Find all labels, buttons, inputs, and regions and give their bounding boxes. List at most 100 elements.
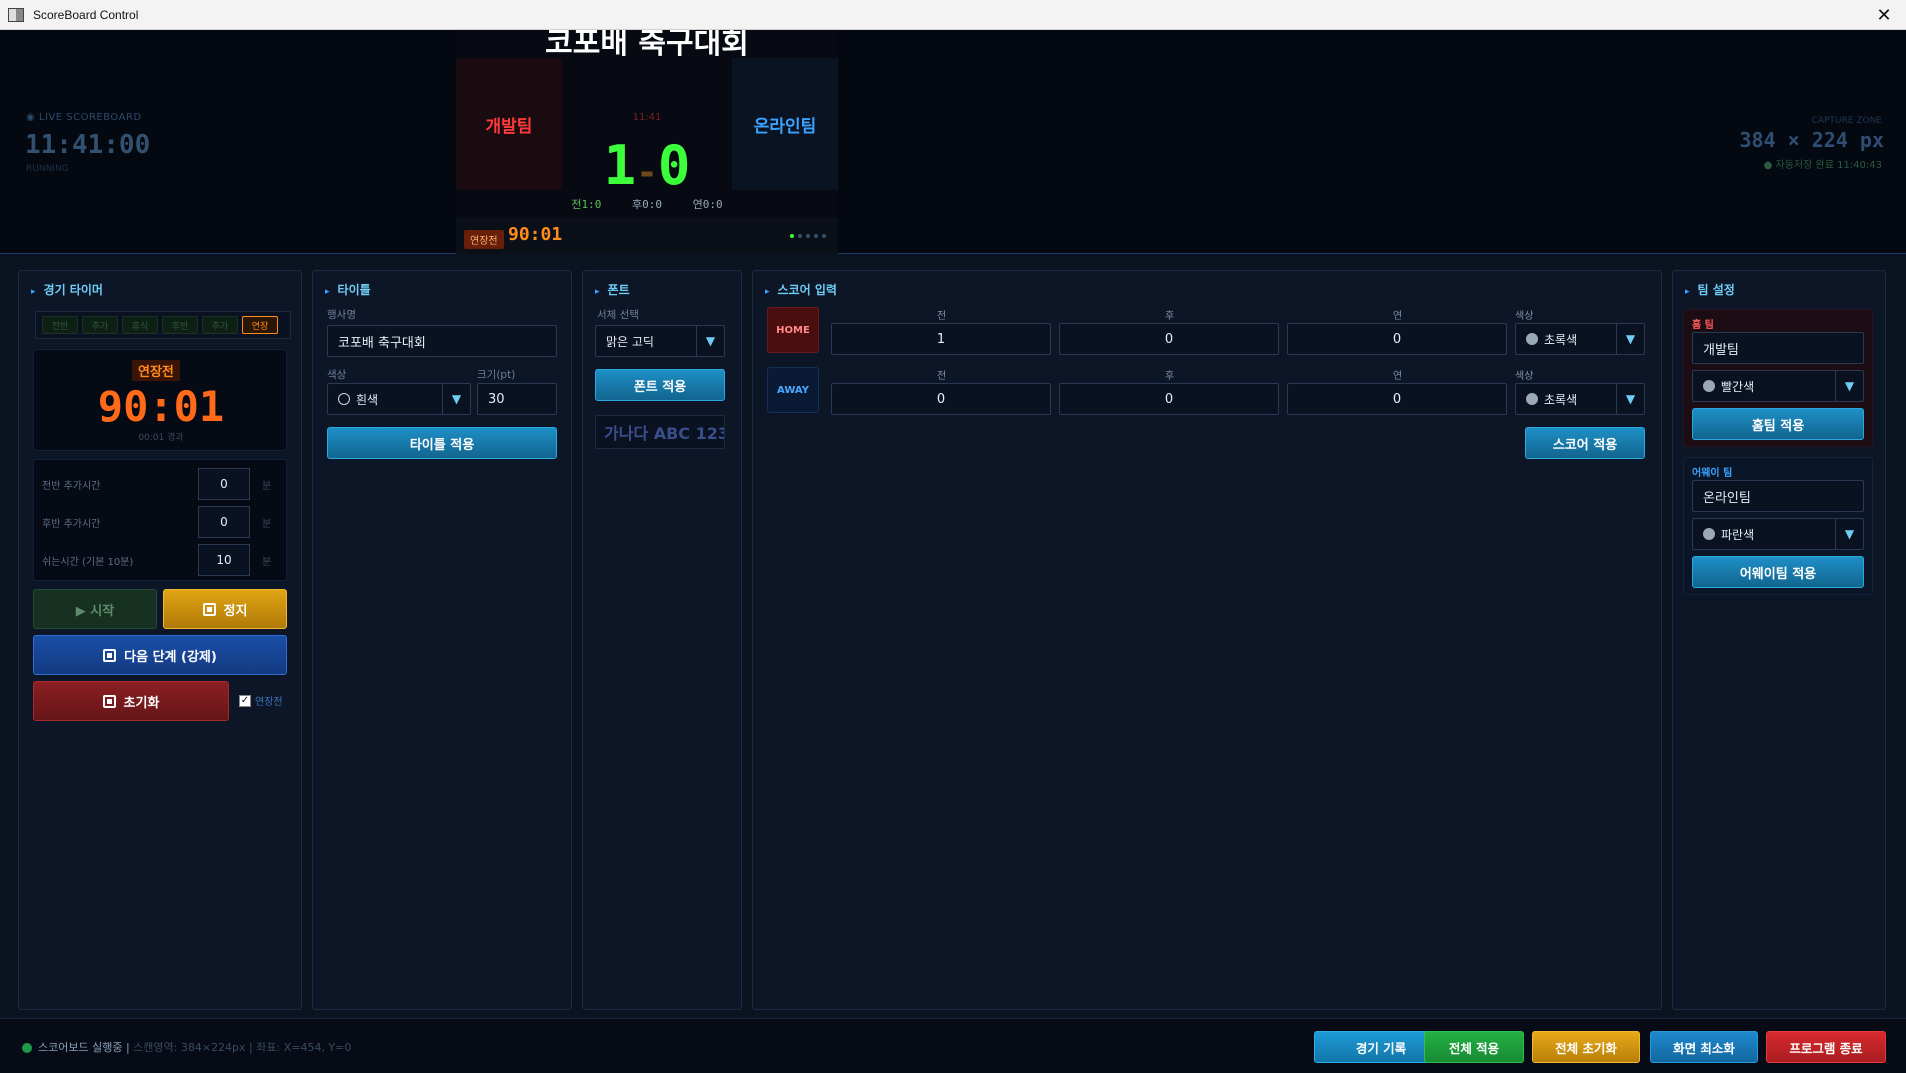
board-home-score: 1: [603, 134, 637, 197]
tab-break[interactable]: 휴식: [122, 316, 158, 334]
chevron-down-icon[interactable]: ▼: [442, 384, 470, 414]
home-col-extra: 연: [1393, 311, 1403, 322]
away-second-score-input[interactable]: 0: [1059, 383, 1279, 415]
close-icon[interactable]: ✕: [1862, 0, 1906, 30]
next-phase-button[interactable]: 다음 단계 (강제): [33, 635, 287, 675]
tab-first-half[interactable]: 전반: [42, 316, 78, 334]
stop-button[interactable]: 정지: [163, 589, 287, 629]
page-dot: [806, 234, 810, 238]
away-badge: AWAY: [767, 367, 819, 413]
second-extra-label: 후반 추가시간: [42, 519, 101, 530]
title-color-value: 흰색: [356, 392, 379, 407]
home-col-second: 후: [1165, 311, 1175, 322]
capture-zone-label: CAPTURE ZONE: [1811, 116, 1882, 126]
font-select[interactable]: 맑은 고딕 ▼: [595, 325, 725, 357]
tab-first-extra[interactable]: 추가: [82, 316, 118, 334]
home-score-color-select[interactable]: 초록색 ▼: [1515, 323, 1645, 355]
live-clock: 11:41:00: [25, 130, 151, 160]
minimize-button[interactable]: 화면 최소화: [1650, 1031, 1758, 1063]
board-half-first: 전1:0: [571, 198, 602, 211]
break-time-input[interactable]: 10: [198, 544, 250, 576]
chevron-down-icon[interactable]: ▼: [1835, 371, 1863, 401]
first-extra-row: 전반 추가시간 0 분: [42, 468, 282, 500]
second-extra-input[interactable]: 0: [198, 506, 250, 538]
extra-time-settings: 전반 추가시간 0 분 후반 추가시간 0 분 쉬는시간 (기본 10분) 10…: [33, 459, 287, 581]
color-swatch-icon: [1526, 333, 1538, 345]
score-header: 스코어 입력: [765, 281, 837, 298]
start-button[interactable]: ▶ 시작: [33, 589, 157, 629]
home-second-score-input[interactable]: 0: [1059, 323, 1279, 355]
away-extra-score-input[interactable]: 0: [1287, 383, 1507, 415]
away-col-color: 색상: [1515, 371, 1534, 382]
second-extra-unit: 분: [262, 519, 272, 530]
board-halves: 전1:0 후0:0 연0:0: [456, 196, 838, 212]
home-badge: HOME: [767, 307, 819, 353]
chevron-down-icon[interactable]: ▼: [1835, 519, 1863, 549]
title-size-input[interactable]: 30: [477, 383, 557, 415]
board-score-row: 개발팀 11:41 1-0 온라인팀: [456, 58, 838, 197]
home-team-name-input[interactable]: 개발팀: [1692, 332, 1864, 364]
away-first-score-input[interactable]: 0: [831, 383, 1051, 415]
color-swatch-icon: [1703, 528, 1715, 540]
title-header: 타이틀: [325, 281, 371, 298]
home-team-section: 홈 팀 개발팀 빨간색 ▼ 홈팀 적용: [1683, 309, 1873, 447]
reset-all-button[interactable]: 전체 초기화: [1532, 1031, 1640, 1063]
tab-second-extra[interactable]: 추가: [202, 316, 238, 334]
board-center: 11:41 1-0: [562, 58, 732, 197]
tab-overtime[interactable]: 연장: [242, 316, 278, 334]
page-dot: [814, 234, 818, 238]
apply-all-button[interactable]: 전체 적용: [1424, 1031, 1524, 1063]
next-phase-label: 다음 단계 (강제): [124, 649, 217, 665]
first-extra-unit: 분: [262, 481, 272, 492]
board-home-team: 개발팀: [456, 58, 562, 190]
home-extra-score-input[interactable]: 0: [1287, 323, 1507, 355]
autosave-status: ● 자동저장 완료 11:40:43: [1763, 160, 1882, 171]
live-label: ◉ LIVE SCOREBOARD: [26, 112, 142, 123]
chevron-down-icon[interactable]: ▼: [1616, 324, 1644, 354]
home-team-color-select[interactable]: 빨간색 ▼: [1692, 370, 1864, 402]
title-apply-button[interactable]: 타이틀 적용: [327, 427, 557, 459]
away-score-color-select[interactable]: 초록색 ▼: [1515, 383, 1645, 415]
overtime-checkbox[interactable]: ✓ 연장전: [239, 693, 283, 708]
event-name-input[interactable]: 코포배 축구대회: [327, 325, 557, 357]
reset-icon: [102, 694, 116, 708]
live-status: RUNNING: [26, 164, 69, 174]
home-score-color-value: 초록색: [1544, 332, 1578, 347]
away-team-color-select[interactable]: 파란색 ▼: [1692, 518, 1864, 550]
title-size-label: 크기(pt): [477, 369, 516, 381]
timer-elapsed: 00:01 경과: [138, 433, 184, 443]
home-first-score-input[interactable]: 1: [831, 323, 1051, 355]
window-title: ScoreBoard Control: [33, 7, 139, 22]
second-extra-row: 후반 추가시간 0 분: [42, 506, 282, 538]
break-time-unit: 분: [262, 557, 272, 568]
white-swatch-icon: [338, 393, 350, 405]
font-apply-button[interactable]: 폰트 적용: [595, 369, 725, 401]
reset-button[interactable]: 초기화: [33, 681, 229, 721]
break-time-label: 쉬는시간 (기본 10분): [42, 557, 134, 568]
title-color-label: 색상: [327, 369, 347, 381]
away-team-name-input[interactable]: 온라인팀: [1692, 480, 1864, 512]
page-dot: [822, 234, 826, 238]
score-apply-button[interactable]: 스코어 적용: [1525, 427, 1645, 459]
color-swatch-icon: [1703, 380, 1715, 392]
home-team-apply-button[interactable]: 홈팀 적용: [1692, 408, 1864, 440]
board-half-second: 후0:0: [632, 198, 662, 211]
score-panel: 스코어 입력 전 후 연 색상 HOME 1 0 0 초록색 ▼ 전 후 연 색…: [752, 270, 1662, 1010]
board-away-score: 0: [657, 134, 691, 197]
page-dot: [798, 234, 802, 238]
title-color-select[interactable]: 흰색 ▼: [327, 383, 471, 415]
chevron-down-icon[interactable]: ▼: [1616, 384, 1644, 414]
status-bar: 스코어보드 실행중 | 스캔영역: 384×224px | 좌표: X=454,…: [0, 1018, 1906, 1073]
board-away-team: 온라인팀: [732, 58, 838, 190]
away-team-apply-button[interactable]: 어웨이팀 적용: [1692, 556, 1864, 588]
title-panel: 타이틀 행사명 코포배 축구대회 색상 크기(pt) 흰색 ▼ 30 타이틀 적…: [312, 270, 572, 1010]
away-col-extra: 연: [1393, 371, 1403, 382]
board-half-extra: 연0:0: [692, 198, 723, 211]
chevron-down-icon[interactable]: ▼: [696, 326, 724, 356]
first-extra-input[interactable]: 0: [198, 468, 250, 500]
board-small-clock: 11:41: [632, 112, 662, 123]
home-col-color: 색상: [1515, 311, 1534, 322]
board-score-dash: -: [636, 152, 658, 193]
tab-second-half[interactable]: 후반: [162, 316, 198, 334]
exit-button[interactable]: 프로그램 종료: [1766, 1031, 1886, 1063]
